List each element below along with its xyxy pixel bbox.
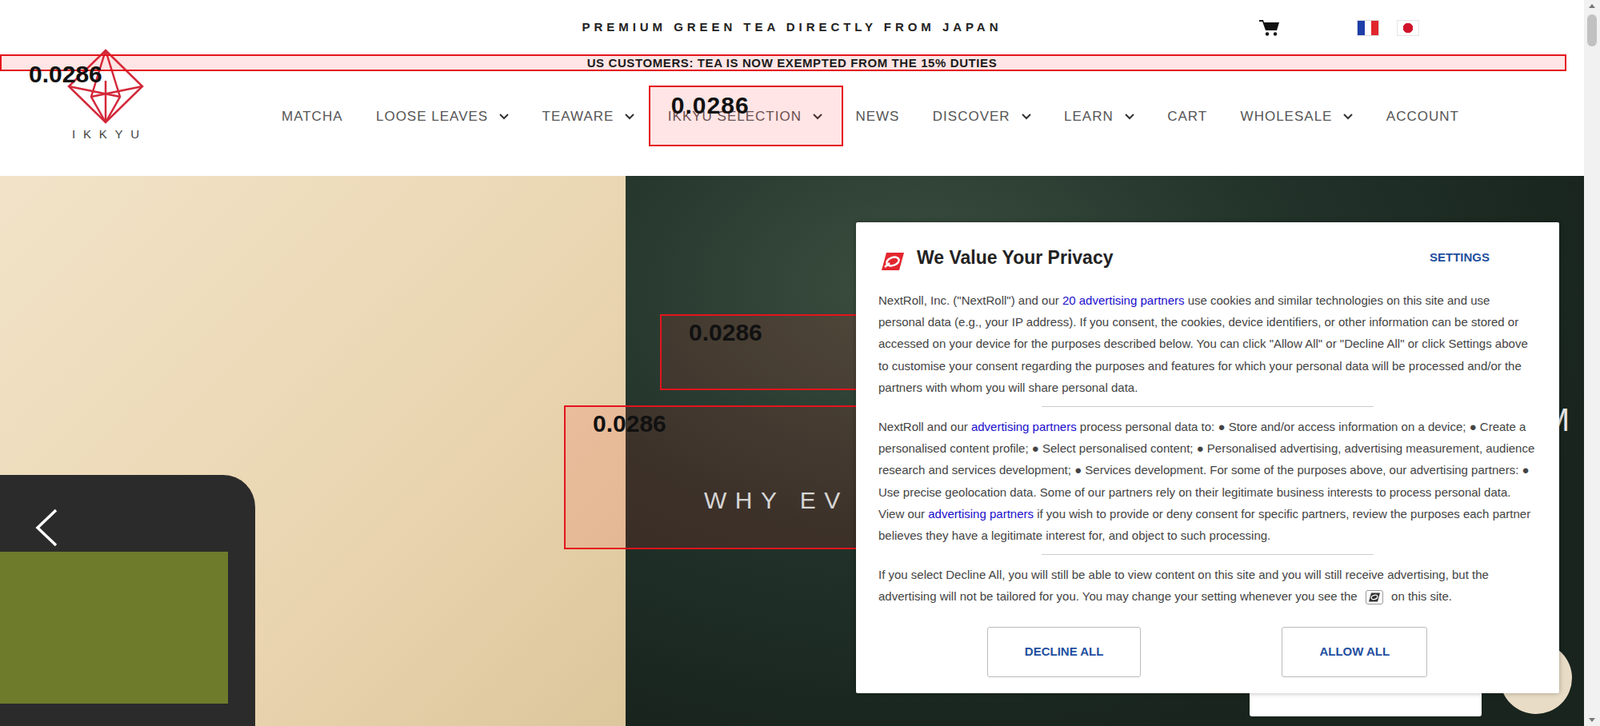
chevron-down-icon (1010, 113, 1032, 120)
chevron-down-icon (1113, 113, 1135, 120)
nav-label: NEWS (855, 108, 900, 125)
divider (1041, 406, 1374, 408)
nav-item[interactable]: IKKYU SELECTION0.0286 (668, 108, 823, 125)
consent-text: on this site. (1388, 589, 1452, 604)
consent-swirl-icon[interactable] (1365, 590, 1384, 605)
consent-dialog: We Value Your Privacy SETTINGS NextRoll,… (856, 222, 1560, 694)
nav-item[interactable]: ACCOUNT (1386, 108, 1460, 125)
partners-link[interactable]: advertising partners (971, 420, 1077, 434)
nav-label: WHOLESALE (1240, 108, 1333, 125)
allow-all-button[interactable]: ALLOW ALL (1281, 627, 1428, 678)
consent-text: NextRoll, Inc. ("NextRoll") and our (878, 293, 1063, 308)
previous-slide-icon[interactable] (33, 508, 60, 548)
consent-text: process personal data to: ● Store and/or… (878, 420, 1535, 521)
score-label: 0.0286 (688, 320, 763, 345)
decline-all-button[interactable]: DECLINE ALL (987, 627, 1142, 678)
nav-item[interactable]: TEAWARE (542, 108, 636, 125)
nav-label: ACCOUNT (1386, 108, 1460, 125)
nav-label: TEAWARE (542, 108, 615, 125)
site-header: IKKYU MATCHA LOOSE LEAVES TEAWARE IKKYU SEL… (0, 71, 1584, 176)
nav-label: DISCOVER (932, 108, 1011, 125)
chevron-down-icon (1332, 113, 1353, 120)
nav-item[interactable]: CART (1167, 108, 1208, 125)
nav-label: LOOSE LEAVES (376, 108, 488, 125)
announcement-text: US CUSTOMERS: TEA IS NOW EXEMPTED FROM T… (587, 55, 998, 72)
main-nav: MATCHA LOOSE LEAVES TEAWARE IKKYU SELECTION… (281, 108, 1460, 140)
french-flag-icon[interactable] (1356, 20, 1380, 36)
cart-icon[interactable] (1259, 19, 1280, 37)
divider (1041, 554, 1374, 556)
tea-can-image (0, 475, 256, 726)
nav-label: MATCHA (281, 108, 344, 125)
score-label: 0.0286 (592, 412, 667, 436)
consent-paragraph: NextRoll and our advertising partners pr… (878, 416, 1536, 547)
nav-item[interactable]: DISCOVER (932, 108, 1032, 125)
dialog-title: We Value Your Privacy (916, 246, 1113, 269)
nav-label: LEARN (1064, 108, 1114, 125)
score-label: 0.0286 (671, 93, 750, 118)
nav-item[interactable]: LEARN (1064, 108, 1135, 125)
score-box: 0.0286 (564, 405, 900, 550)
top-bar: PREMIUM GREEN TEA DIRECTLY FROM JAPAN (0, 0, 1584, 56)
nextroll-logo-icon (880, 251, 906, 272)
announcement-bar: US CUSTOMERS: TEA IS NOW EXEMPTED FROM T… (0, 55, 1584, 72)
nav-item[interactable]: MATCHA (281, 108, 344, 125)
browser-viewport: PREMIUM GREEN TEA DIRECTLY FROM JAPAN US… (0, 0, 1584, 726)
partners-link[interactable]: advertising partners (928, 507, 1034, 521)
nav-label: CART (1167, 108, 1208, 125)
settings-link[interactable]: SETTINGS (1429, 248, 1490, 268)
consent-paragraph: If you select Decline All, you will stil… (878, 564, 1536, 608)
nav-item[interactable]: LOOSE LEAVES (376, 108, 509, 125)
consent-text: use cookies and similar technologies on … (878, 293, 1528, 395)
partners-link[interactable]: 20 advertising partners (1062, 293, 1185, 308)
consent-text: NextRoll and our (878, 420, 972, 434)
chevron-down-icon (613, 113, 635, 120)
scrollbar-thumb[interactable] (1587, 14, 1597, 47)
chevron-down-icon (488, 113, 509, 120)
nav-item[interactable]: NEWS (855, 108, 900, 125)
score-label: 0.0286 (28, 62, 103, 87)
logo-text: IKKYU (64, 127, 148, 141)
hero-product-image (0, 176, 626, 726)
page: PREMIUM GREEN TEA DIRECTLY FROM JAPAN US… (0, 0, 1600, 726)
japanese-flag-icon[interactable] (1396, 20, 1420, 36)
tagline: PREMIUM GREEN TEA DIRECTLY FROM JAPAN (582, 18, 1003, 37)
nav-item[interactable]: WHOLESALE (1240, 108, 1354, 125)
score-box: 0.0286 (648, 85, 844, 147)
consent-paragraph: NextRoll, Inc. ("NextRoll") and our 20 a… (878, 289, 1536, 399)
scrollbar[interactable] (1584, 0, 1600, 726)
hero-heading: WHY EV (704, 486, 849, 516)
